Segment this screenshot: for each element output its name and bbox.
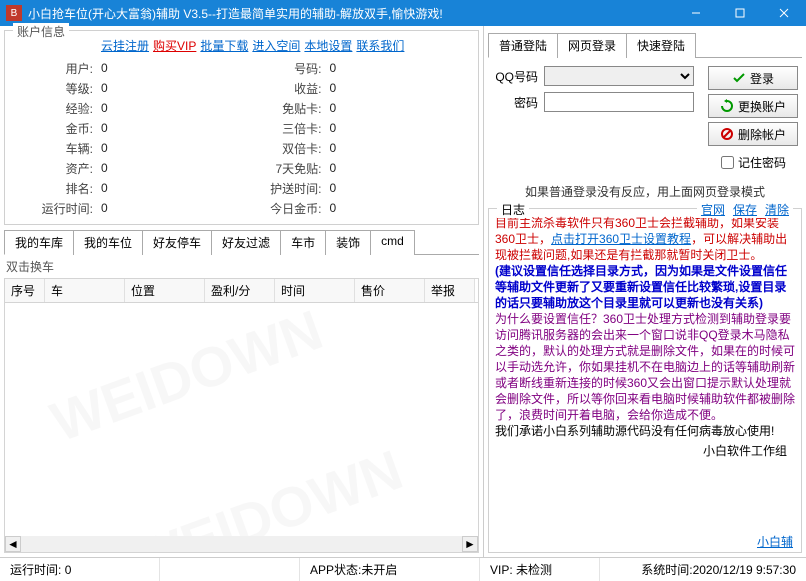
refresh-icon — [720, 99, 734, 113]
enter-space-link[interactable]: 进入空间 — [252, 37, 300, 54]
tab-5[interactable]: 装饰 — [325, 230, 371, 255]
tutorial-link[interactable]: 点击打开360卫士设置教程 — [551, 232, 691, 246]
contact-link[interactable]: 联系我们 — [356, 37, 404, 54]
col-5[interactable]: 售价 — [355, 279, 425, 302]
stat-row: 用户:0 — [13, 58, 242, 78]
scroll-left-icon[interactable]: ◄ — [5, 536, 21, 552]
qq-label: QQ号码 — [492, 68, 544, 85]
maximize-button[interactable] — [718, 0, 762, 26]
clear-log-link[interactable]: 清除 — [765, 201, 789, 218]
login-tab-0[interactable]: 普通登陆 — [488, 33, 558, 58]
stat-row: 双倍卡:0 — [242, 138, 471, 158]
tab-1[interactable]: 我的车位 — [73, 230, 143, 255]
register-link[interactable]: 云挂注册 — [101, 37, 149, 54]
main-tabs: 我的车库我的车位好友停车好友过滤车市装饰cmd — [4, 229, 479, 255]
account-legend: 账户信息 — [13, 23, 69, 40]
login-tabs: 普通登陆网页登录快速登陆 — [488, 32, 802, 58]
dblclick-hint: 双击换车 — [0, 255, 483, 278]
col-1[interactable]: 车 — [45, 279, 125, 302]
horizontal-scrollbar[interactable]: ◄ ► — [5, 536, 478, 552]
log-signature: 小白软件工作组 — [495, 439, 795, 463]
login-tab-2[interactable]: 快速登陆 — [626, 33, 696, 58]
status-vip: 未检测 — [516, 561, 552, 578]
buy-vip-link[interactable]: 购买VIP — [153, 37, 196, 54]
app-icon: B — [6, 5, 22, 21]
remember-checkbox[interactable] — [721, 156, 734, 169]
tab-2[interactable]: 好友停车 — [142, 230, 212, 255]
status-app: 未开启 — [361, 561, 397, 578]
stat-row: 经验:0 — [13, 98, 242, 118]
check-icon — [732, 71, 746, 85]
window-title: 小白抢车位(开心大富翁)辅助 V3.5--打造最简单实用的辅助-解放双手,愉快游… — [28, 5, 674, 22]
stat-row: 免贴卡:0 — [242, 98, 471, 118]
tab-3[interactable]: 好友过滤 — [211, 230, 281, 255]
stat-row: 金币:0 — [13, 118, 242, 138]
col-3[interactable]: 盈利/分 — [205, 279, 275, 302]
table-body: WEIDOWN WEIDOWN ◄ ► — [4, 303, 479, 553]
stat-row: 收益:0 — [242, 78, 471, 98]
password-input[interactable] — [544, 92, 694, 112]
stat-row: 7天免贴:0 — [242, 158, 471, 178]
stat-row: 护送时间:0 — [242, 178, 471, 198]
forbidden-icon — [720, 127, 734, 141]
account-info-group: 账户信息 云挂注册 购买VIP 批量下载 进入空间 本地设置 联系我们 用户:0… — [4, 30, 479, 225]
stat-row: 车辆:0 — [13, 138, 242, 158]
status-systime: 2020/12/19 9:57:30 — [693, 563, 796, 577]
xiaobai-link[interactable]: 小白辅 — [757, 535, 793, 549]
delete-account-button[interactable]: 删除帐户 — [708, 122, 798, 146]
password-label: 密码 — [492, 94, 544, 111]
col-2[interactable]: 位置 — [125, 279, 205, 302]
tab-4[interactable]: 车市 — [280, 230, 326, 255]
table-header: 序号车位置盈利/分时间售价举报 — [4, 278, 479, 303]
scroll-right-icon[interactable]: ► — [462, 536, 478, 552]
col-6[interactable]: 举报 — [425, 279, 475, 302]
stat-row: 今日金币:0 — [242, 198, 471, 218]
tab-6[interactable]: cmd — [370, 230, 415, 255]
stat-row: 号码:0 — [242, 58, 471, 78]
stat-row: 三倍卡:0 — [242, 118, 471, 138]
remember-label: 记住密码 — [738, 154, 786, 171]
stat-row: 运行时间:0 — [13, 198, 242, 218]
close-button[interactable] — [762, 0, 806, 26]
titlebar: B 小白抢车位(开心大富翁)辅助 V3.5--打造最简单实用的辅助-解放双手,愉… — [0, 0, 806, 26]
minimize-button[interactable] — [674, 0, 718, 26]
official-site-link[interactable]: 官网 — [701, 201, 725, 218]
switch-account-button[interactable]: 更换账户 — [708, 94, 798, 118]
batch-download-link[interactable]: 批量下载 — [200, 37, 248, 54]
save-log-link[interactable]: 保存 — [733, 201, 757, 218]
login-button[interactable]: 登录 — [708, 66, 798, 90]
stat-row: 资产:0 — [13, 158, 242, 178]
stat-row: 排名:0 — [13, 178, 242, 198]
log-legend: 日志 — [497, 201, 529, 218]
login-tab-1[interactable]: 网页登录 — [557, 33, 627, 58]
statusbar: 运行时间: 0 APP状态:未开启 VIP: 未检测 系统时间:2020/12/… — [0, 557, 806, 581]
log-body: 目前主流杀毒软件只有360卫士会拦截辅助，如果安装360卫士，点击打开360卫士… — [489, 209, 801, 531]
log-group: 日志 官网 保存 清除 目前主流杀毒软件只有360卫士会拦截辅助，如果安装360… — [488, 208, 802, 553]
col-0[interactable]: 序号 — [5, 279, 45, 302]
qq-select[interactable] — [544, 66, 694, 86]
col-4[interactable]: 时间 — [275, 279, 355, 302]
tab-0[interactable]: 我的车库 — [4, 230, 74, 255]
status-runtime: 0 — [65, 563, 72, 577]
local-config-link[interactable]: 本地设置 — [304, 37, 352, 54]
stat-row: 等级:0 — [13, 78, 242, 98]
